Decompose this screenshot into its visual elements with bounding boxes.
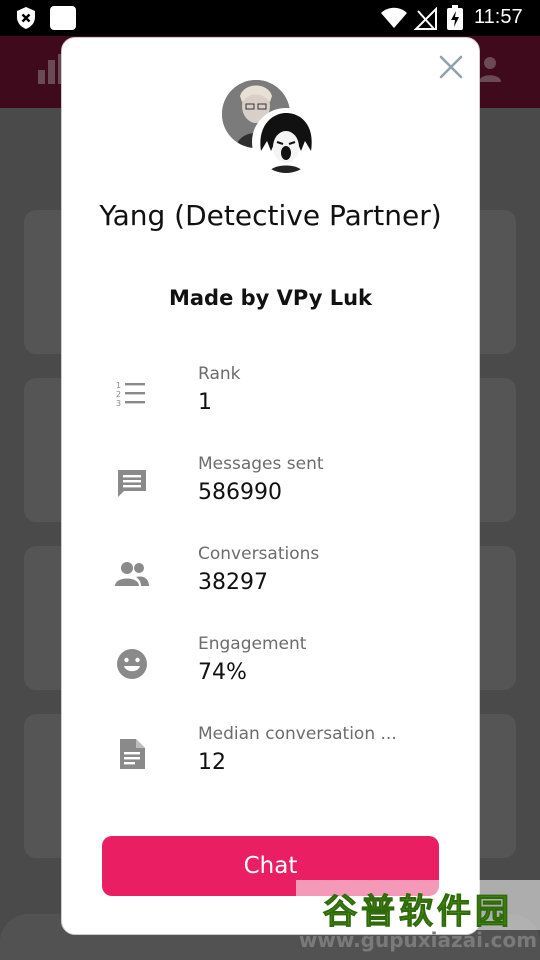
stat-engagement: Engagement 74% [62,634,481,704]
stat-median-conversation: Median conversation ... 12 [62,724,481,794]
shield-icon [17,7,35,29]
character-info-dialog: Yang (Detective Partner) Made by VPy Luk… [61,37,480,935]
stat-rank: 1 2 3 Rank 1 [62,364,481,434]
stat-label: Messages sent [198,454,324,474]
watermark-title: 谷普软件园 [323,892,513,933]
stat-conversations: Conversations 38297 [62,544,481,614]
svg-text:1: 1 [116,381,121,390]
avatar-group [222,80,322,180]
stat-value: 586990 [198,480,282,505]
status-bar: 11:57 [0,0,540,36]
status-time: 11:57 [474,6,523,28]
smiley-icon [117,649,147,679]
character-avatar [252,108,320,176]
people-icon [115,562,149,586]
stat-value: 38297 [198,570,268,595]
user-icon [479,57,501,82]
creator-label: Made by VPy Luk [168,286,373,310]
battery-charging-icon [447,5,463,30]
notification-icon [50,6,76,30]
wifi-icon [381,7,407,28]
watermark: 谷普软件园 www.gupuxiazai.com [296,880,540,960]
document-icon [120,739,145,769]
stat-value: 12 [198,750,226,775]
watermark-url: www.gupuxiazai.com [298,928,538,952]
stat-label: Median conversation ... [198,724,397,744]
stat-label: Rank [198,364,241,384]
numbered-list-icon: 1 2 3 [116,381,145,408]
close-icon[interactable] [436,52,466,82]
stat-value: 1 [198,390,212,415]
stat-label: Engagement [198,634,307,654]
stat-value: 74% [198,660,247,685]
signal-icon [414,7,437,30]
svg-text:3: 3 [116,399,121,408]
stat-label: Conversations [198,544,320,564]
stat-messages-sent: Messages sent 586990 [62,454,481,524]
message-icon [118,470,146,497]
character-name: Yang (Detective Partner) [99,199,442,232]
svg-text:2: 2 [116,390,121,399]
